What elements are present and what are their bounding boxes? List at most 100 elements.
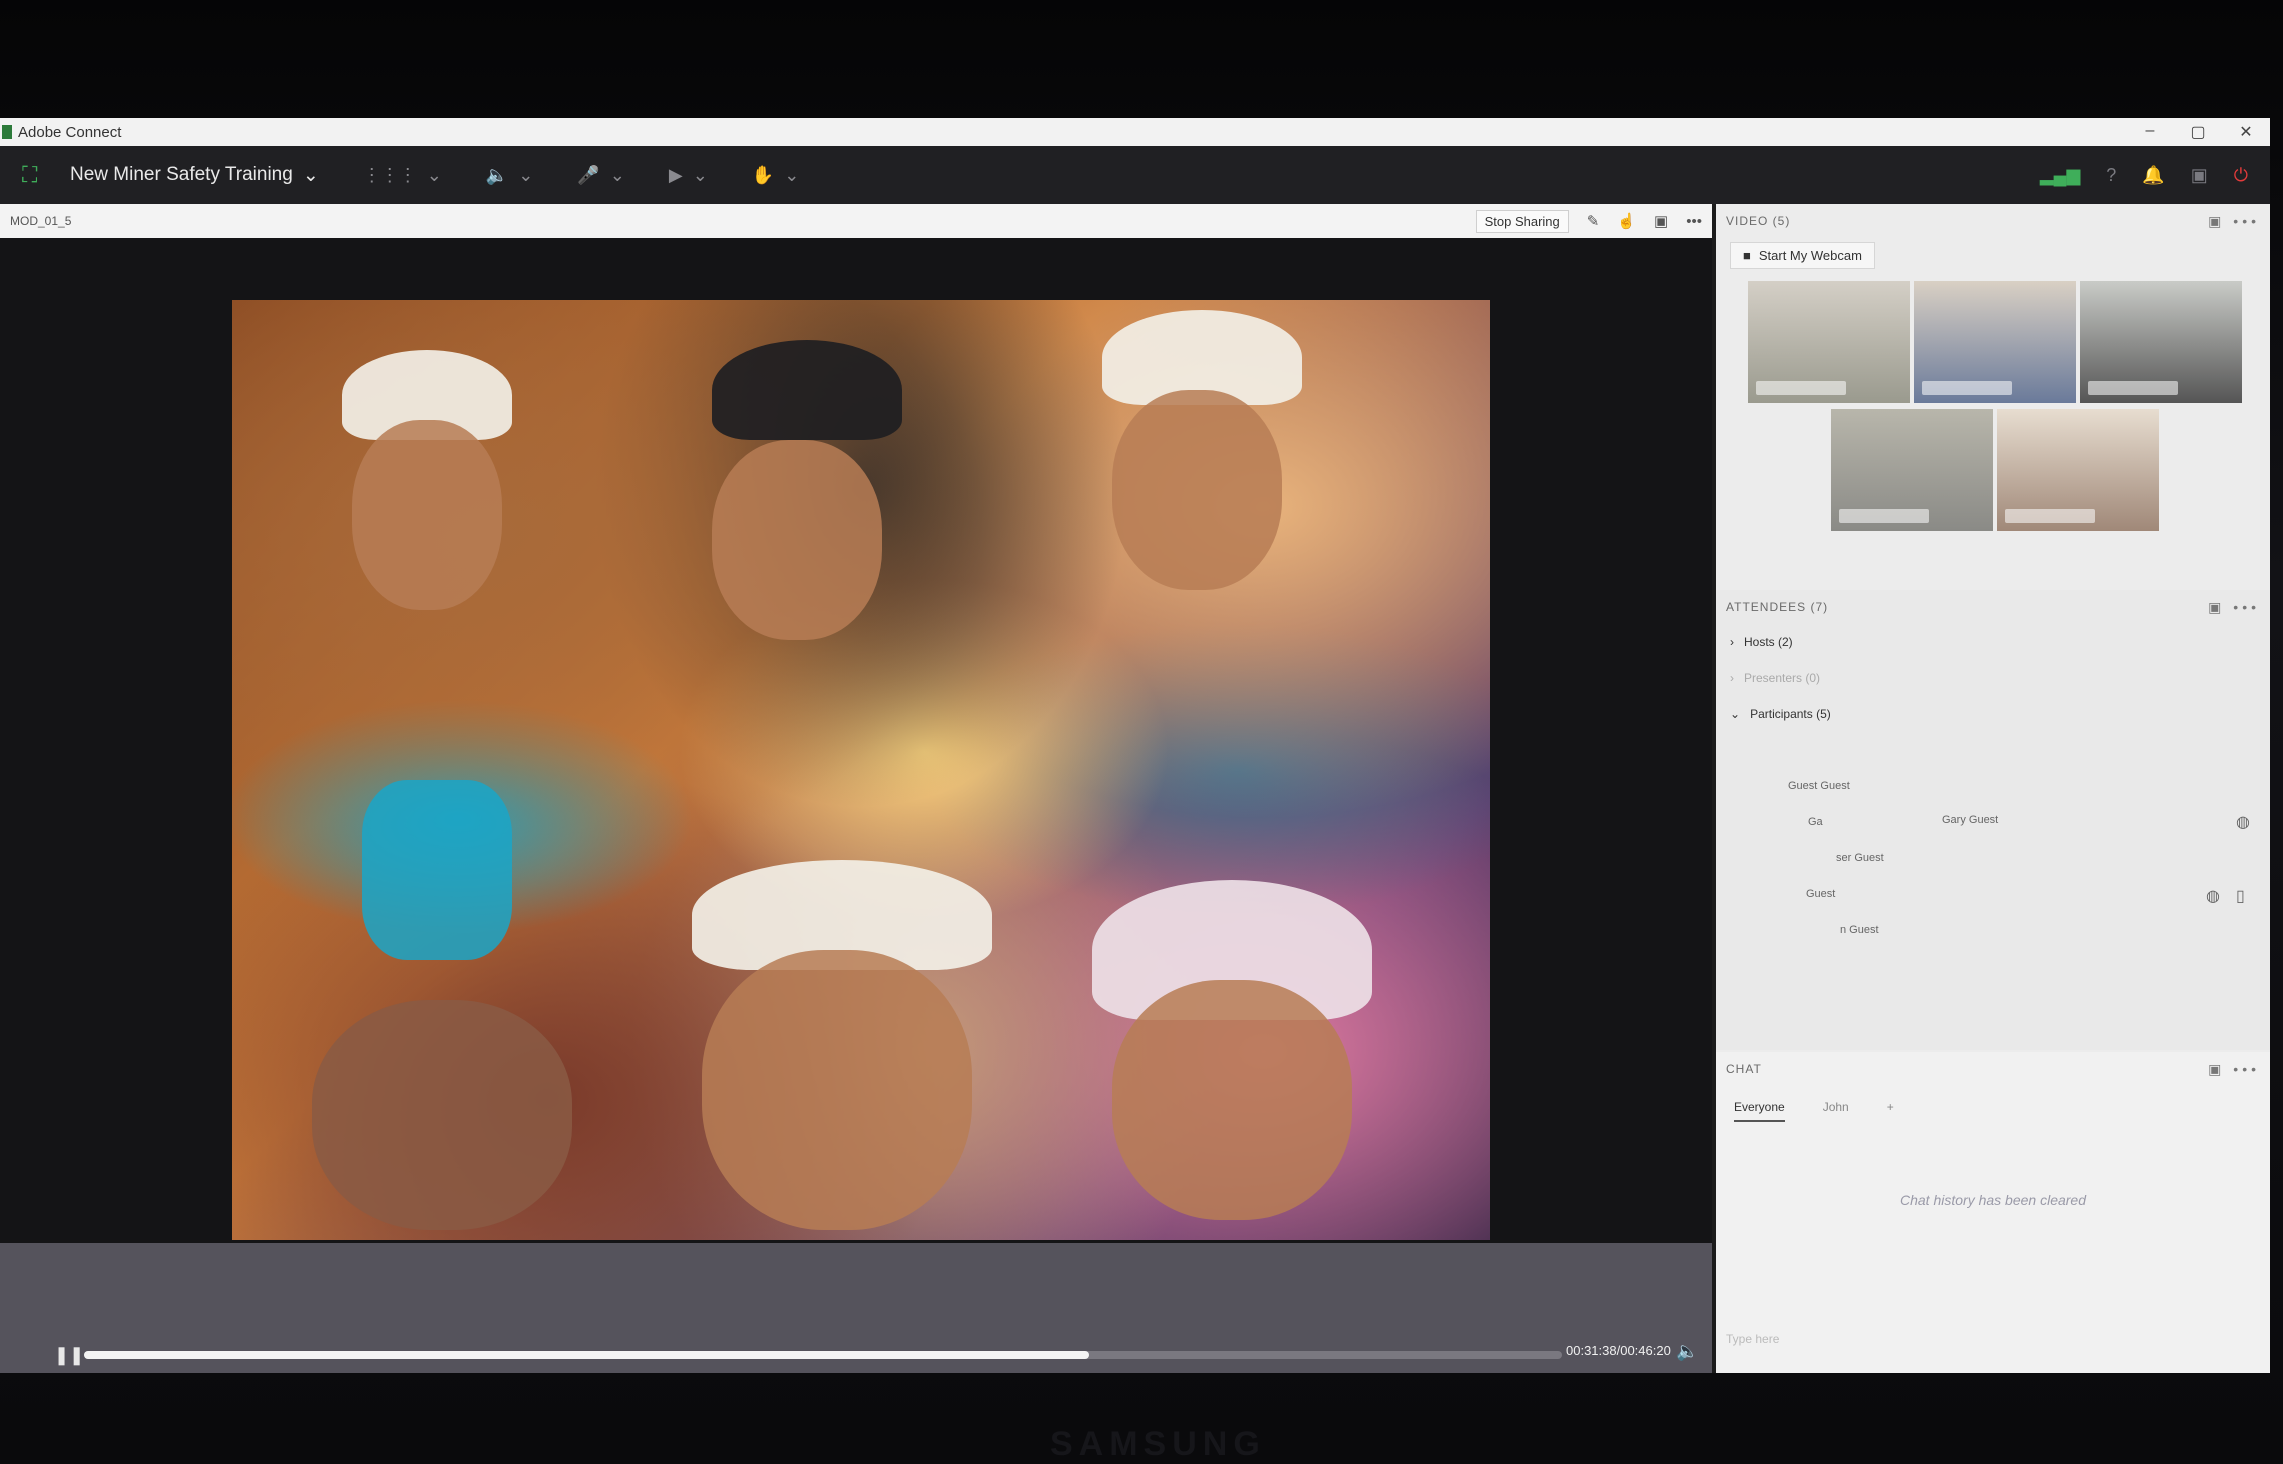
- chat-input[interactable]: Type here: [1726, 1332, 1779, 1346]
- attendee-name[interactable]: Gary Guest: [1942, 814, 1998, 826]
- fullscreen-icon[interactable]: ▣: [1654, 212, 1668, 230]
- raise-hand-toggle[interactable]: ✋ ⌄: [752, 165, 800, 186]
- video-timecode: 00:31:38/00:46:20: [1566, 1343, 1671, 1358]
- tab-john[interactable]: John: [1823, 1100, 1849, 1122]
- webcam-tile[interactable]: [1997, 409, 2159, 531]
- help-icon[interactable]: ?: [2106, 165, 2116, 186]
- camera-icon: ▶: [668, 164, 683, 185]
- chevron-down-icon: ⌄: [426, 164, 442, 185]
- attendees-pod-title: ATTENDEES (7): [1726, 600, 1829, 614]
- draw-icon[interactable]: ✎: [1587, 212, 1600, 230]
- meeting-toolbar: ⛶ New Miner Safety Training ⌄ ⋮⋮⋮ ⌄ 🔈 ⌄ 🎤 ⌄…: [0, 146, 2270, 204]
- close-button[interactable]: ✕: [2222, 122, 2270, 142]
- attendee-name[interactable]: Guest Guest: [1788, 780, 1850, 792]
- end-meeting-icon[interactable]: ⏻: [2234, 165, 2248, 186]
- hosts-group[interactable]: › Hosts (2): [1716, 624, 2270, 660]
- miner-face-shape: [702, 950, 972, 1230]
- video-pod-header: VIDEO (5) ▣ •••: [1716, 204, 2270, 238]
- share-pod: MOD_01_5 Stop Sharing ✎ ☝ ▣ ••• ❚❚ 00:31…: [0, 204, 1712, 1373]
- camera-icon: ■: [1743, 248, 1751, 263]
- webcam-tile[interactable]: [1831, 409, 1993, 531]
- attendees-pod: ATTENDEES (7) ▣ ••• › Hosts (2) › Presente…: [1716, 590, 2270, 1050]
- chevron-down-icon: ⌄: [692, 164, 708, 185]
- pause-icon[interactable]: ❚❚: [54, 1345, 84, 1366]
- add-chat-tab-button[interactable]: +: [1887, 1100, 1894, 1122]
- video-player-controls: ❚❚ 00:31:38/00:46:20 🔈: [0, 1243, 1712, 1373]
- miner-face-shape: [1112, 390, 1282, 590]
- start-webcam-label: Start My Webcam: [1758, 248, 1862, 263]
- window-controls: – ▢ ✕: [2126, 122, 2270, 142]
- training-video-frame[interactable]: [232, 300, 1490, 1240]
- pod-options-icon[interactable]: ▣ •••: [2208, 1061, 2260, 1078]
- webcam-tiles: [1716, 269, 2270, 531]
- miner-face-shape: [312, 1000, 572, 1230]
- video-progress-fill: [84, 1351, 1090, 1359]
- fullscreen-icon[interactable]: ▣: [2191, 165, 2208, 186]
- connection-signal-icon[interactable]: ▂▄▆: [2040, 165, 2080, 186]
- adobe-connect-logo-icon[interactable]: ⛶: [22, 163, 46, 187]
- participants-group[interactable]: ⌄ Participants (5): [1716, 696, 2270, 732]
- webcam-tile[interactable]: [1748, 281, 1910, 403]
- webcam-tile[interactable]: [2080, 281, 2242, 403]
- presenters-label: Presenters (0): [1744, 671, 1821, 685]
- meeting-menu[interactable]: New Miner Safety Training ⌄: [70, 164, 319, 187]
- speaker-icon: 🔈: [485, 164, 509, 185]
- chat-pod: CHAT ▣ ••• Everyone John + Chat history …: [1716, 1052, 2270, 1373]
- webcam-tile[interactable]: [1914, 281, 2076, 403]
- attendee-name[interactable]: Ga: [1808, 816, 1823, 828]
- restore-button[interactable]: ▢: [2174, 122, 2222, 142]
- title-bar: Adobe Connect – ▢ ✕: [0, 118, 2270, 146]
- app-icon: [2, 125, 12, 139]
- attendee-name[interactable]: Guest: [1806, 888, 1835, 900]
- volume-icon[interactable]: 🔈: [1676, 1341, 1698, 1362]
- chevron-down-icon: ⌄: [302, 164, 319, 186]
- attendee-name[interactable]: ser Guest: [1836, 852, 1884, 864]
- pointer-icon[interactable]: ☝: [1617, 212, 1636, 230]
- miner-face-shape: [712, 440, 882, 640]
- video-progress-bar[interactable]: [84, 1351, 1562, 1359]
- tab-everyone[interactable]: Everyone: [1734, 1100, 1785, 1122]
- presenters-group[interactable]: › Presenters (0): [1716, 660, 2270, 696]
- meeting-name: New Miner Safety Training: [70, 164, 293, 185]
- shared-video-area: [0, 238, 1712, 1243]
- raise-hand-icon: ✋: [751, 164, 775, 185]
- hosts-label: Hosts (2): [1744, 635, 1793, 649]
- chat-pod-header: CHAT ▣ •••: [1716, 1052, 2270, 1086]
- share-pod-title: MOD_01_5: [10, 214, 72, 228]
- pod-options-icon[interactable]: ▣ •••: [2208, 213, 2260, 230]
- attendee-name[interactable]: n Guest: [1840, 924, 1879, 936]
- miner-helmet-shape: [712, 340, 902, 440]
- chevron-right-icon: ›: [1730, 635, 1734, 649]
- apps-icon: ⋮⋮⋮: [362, 164, 417, 185]
- chevron-right-icon: ›: [1730, 671, 1734, 685]
- minimize-button[interactable]: –: [2126, 122, 2174, 142]
- more-options-icon[interactable]: •••: [1686, 213, 1702, 230]
- chat-tabs: Everyone John +: [1716, 1086, 2270, 1122]
- chat-pod-title: CHAT: [1726, 1062, 1762, 1076]
- globe-icon: ◍: [2236, 814, 2250, 831]
- miner-face-shape: [352, 420, 502, 610]
- chevron-down-icon: ⌄: [518, 164, 534, 185]
- stop-sharing-button[interactable]: Stop Sharing: [1475, 209, 1569, 233]
- pod-options-icon[interactable]: ▣ •••: [2208, 599, 2260, 616]
- speaker-toggle[interactable]: 🔈 ⌄: [486, 165, 534, 186]
- video-pod-title: VIDEO (5): [1726, 214, 1791, 228]
- chevron-down-icon: ⌄: [1730, 707, 1741, 721]
- camera-toggle[interactable]: ▶ ⌄: [669, 165, 708, 186]
- apps-menu[interactable]: ⋮⋮⋮ ⌄: [363, 165, 442, 186]
- right-pods-panel: VIDEO (5) ▣ ••• ■ Start My Webcam ATTEND…: [1716, 204, 2270, 1373]
- status-icons: ▂▄▆ ? 🔔 ▣ ⏻: [2040, 165, 2248, 186]
- notifications-icon[interactable]: 🔔: [2142, 165, 2164, 186]
- window-title: Adobe Connect: [18, 123, 122, 141]
- microphone-toggle[interactable]: 🎤 ⌄: [577, 165, 625, 186]
- chevron-down-icon: ⌄: [609, 164, 625, 185]
- adobe-connect-window: Adobe Connect – ▢ ✕ ⛶ New Miner Safety T…: [0, 118, 2270, 1373]
- share-pod-header: MOD_01_5 Stop Sharing ✎ ☝ ▣ •••: [0, 204, 1712, 238]
- worker-shirt-shape: [362, 780, 512, 960]
- mobile-device-icon: ▯: [2236, 888, 2245, 905]
- miner-face-shape: [1112, 980, 1352, 1220]
- chat-empty-message: Chat history has been cleared: [1900, 1192, 2086, 1208]
- chevron-down-icon: ⌄: [784, 164, 800, 185]
- monitor-brand: SAMSUNG: [1050, 1425, 1266, 1463]
- start-webcam-button[interactable]: ■ Start My Webcam: [1730, 242, 1875, 269]
